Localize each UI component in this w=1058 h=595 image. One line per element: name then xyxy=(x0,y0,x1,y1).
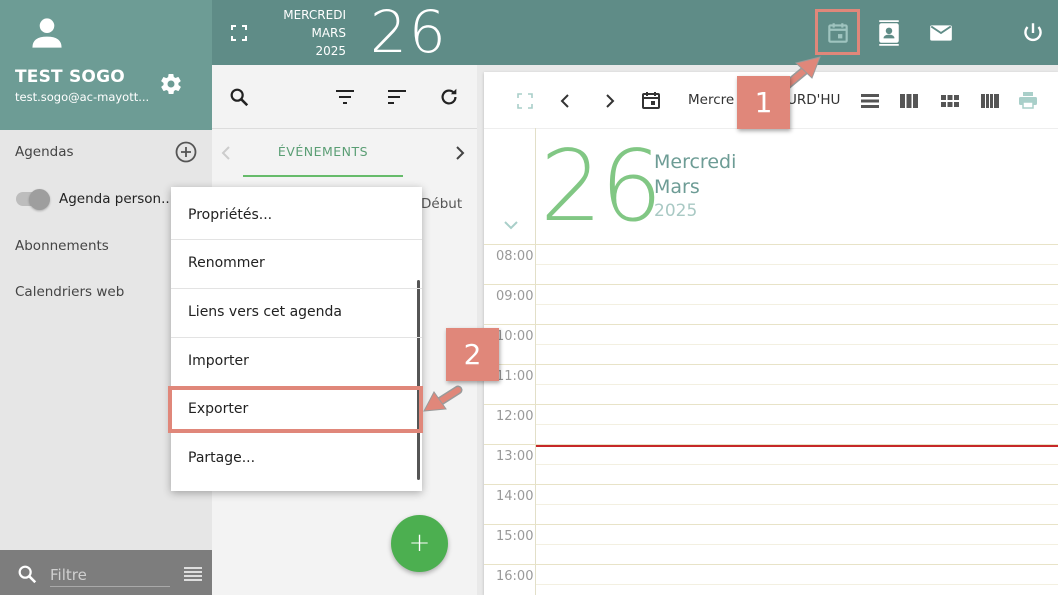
contacts-icon[interactable] xyxy=(876,20,902,46)
agenda-toggle-knob[interactable] xyxy=(29,189,50,210)
view-day-icon[interactable] xyxy=(860,91,880,111)
column-debut[interactable]: Début xyxy=(421,196,462,212)
fullscreen-icon[interactable] xyxy=(231,25,247,41)
half-hour-line xyxy=(536,544,1058,545)
search-icon[interactable] xyxy=(228,86,250,108)
menu-separator xyxy=(171,288,422,289)
hour-line xyxy=(484,364,1058,365)
hour-label: 12:00 xyxy=(496,409,534,424)
chevron-left-icon[interactable] xyxy=(556,91,576,111)
filter-input[interactable] xyxy=(50,563,170,587)
hour-label: 14:00 xyxy=(496,489,534,504)
chevron-left-icon[interactable] xyxy=(219,143,233,163)
calendar-icon[interactable] xyxy=(825,20,851,46)
menu-separator xyxy=(171,337,422,338)
calendar-year: 2025 xyxy=(654,201,698,221)
header-month: MARS xyxy=(311,26,346,40)
agenda-personnel-item[interactable]: Agenda person... xyxy=(59,191,174,207)
hour-label: 09:00 xyxy=(496,289,534,304)
hour-label: 11:00 xyxy=(496,369,534,384)
sort-icon[interactable] xyxy=(387,88,407,106)
gear-icon[interactable] xyxy=(159,72,183,96)
print-icon[interactable] xyxy=(1018,90,1038,110)
add-event-button[interactable]: + xyxy=(391,515,448,572)
section-calendriers-web: Calendriers web xyxy=(15,284,125,300)
tab-indicator xyxy=(243,175,403,177)
toolbar-date: Mercre xyxy=(688,92,735,108)
tab-evenements[interactable]: ÉVÉNEMENTS xyxy=(243,144,403,159)
refresh-icon[interactable] xyxy=(438,86,460,108)
half-hour-line xyxy=(536,264,1058,265)
chevron-right-icon[interactable] xyxy=(453,143,467,163)
header-date: MERCREDI MARS 2025 xyxy=(270,6,346,60)
menu-item-importer[interactable]: Importer xyxy=(171,353,422,369)
header-year: 2025 xyxy=(315,44,346,58)
section-agendas: Agendas xyxy=(15,144,74,160)
hour-line xyxy=(484,564,1058,565)
user-name: TEST SOGO xyxy=(15,67,125,87)
menu-item-liens[interactable]: Liens vers cet agenda xyxy=(171,304,422,320)
hour-label: 16:00 xyxy=(496,569,534,584)
half-hour-line xyxy=(536,424,1058,425)
filter-icon[interactable] xyxy=(335,88,355,106)
mail-icon[interactable] xyxy=(928,20,954,46)
header-day-number: 26 xyxy=(370,0,448,66)
menu-item-proprietes[interactable]: Propriétés... xyxy=(171,207,422,223)
hour-line xyxy=(484,244,1058,245)
half-hour-line xyxy=(536,344,1058,345)
today-button[interactable]: URD'HU xyxy=(787,92,840,108)
callout-badge-1: 1 xyxy=(737,76,790,129)
hour-label: 08:00 xyxy=(496,249,534,264)
half-hour-line xyxy=(536,384,1058,385)
header-weekday: MERCREDI xyxy=(283,8,346,22)
hour-line xyxy=(484,404,1058,405)
calendar-month: Mars xyxy=(654,176,700,198)
hour-label: 15:00 xyxy=(496,529,534,544)
hour-label: 13:00 xyxy=(496,449,534,464)
add-circle-icon[interactable] xyxy=(174,140,198,164)
user-email: test.sogo@ac-mayott... xyxy=(15,90,150,104)
hour-line xyxy=(484,524,1058,525)
menu-separator xyxy=(171,239,422,240)
divider xyxy=(212,128,477,129)
half-hour-line xyxy=(536,504,1058,505)
chevron-down-icon[interactable] xyxy=(503,218,519,232)
menu-item-partage[interactable]: Partage... xyxy=(171,450,422,466)
view-week-icon[interactable] xyxy=(899,91,919,111)
hour-line xyxy=(484,284,1058,285)
menu-icon[interactable] xyxy=(183,565,203,583)
view-month-icon[interactable] xyxy=(940,91,960,111)
exporter-highlight xyxy=(168,386,423,433)
hour-label: 10:00 xyxy=(496,329,534,344)
calendar-weekday: Mercredi xyxy=(654,151,737,173)
search-icon[interactable] xyxy=(16,563,38,585)
person-icon xyxy=(32,18,62,48)
power-icon[interactable] xyxy=(1020,20,1046,46)
context-menu xyxy=(171,187,422,491)
view-multicolumn-icon[interactable] xyxy=(980,91,1000,111)
fullscreen-icon[interactable] xyxy=(515,91,535,111)
half-hour-line xyxy=(536,464,1058,465)
half-hour-line xyxy=(536,304,1058,305)
hour-line xyxy=(484,484,1058,485)
user-box: TEST SOGO test.sogo@ac-mayott... xyxy=(0,0,212,130)
hour-line xyxy=(484,324,1058,325)
half-hour-line xyxy=(536,584,1058,585)
section-abonnements: Abonnements xyxy=(15,238,109,254)
menu-item-renommer[interactable]: Renommer xyxy=(171,255,422,271)
chevron-right-icon[interactable] xyxy=(599,91,619,111)
calendar-icon[interactable] xyxy=(641,90,661,110)
callout-badge-2: 2 xyxy=(446,328,499,381)
current-time-indicator xyxy=(536,445,1058,447)
calendar-day-number: 26 xyxy=(540,130,663,244)
